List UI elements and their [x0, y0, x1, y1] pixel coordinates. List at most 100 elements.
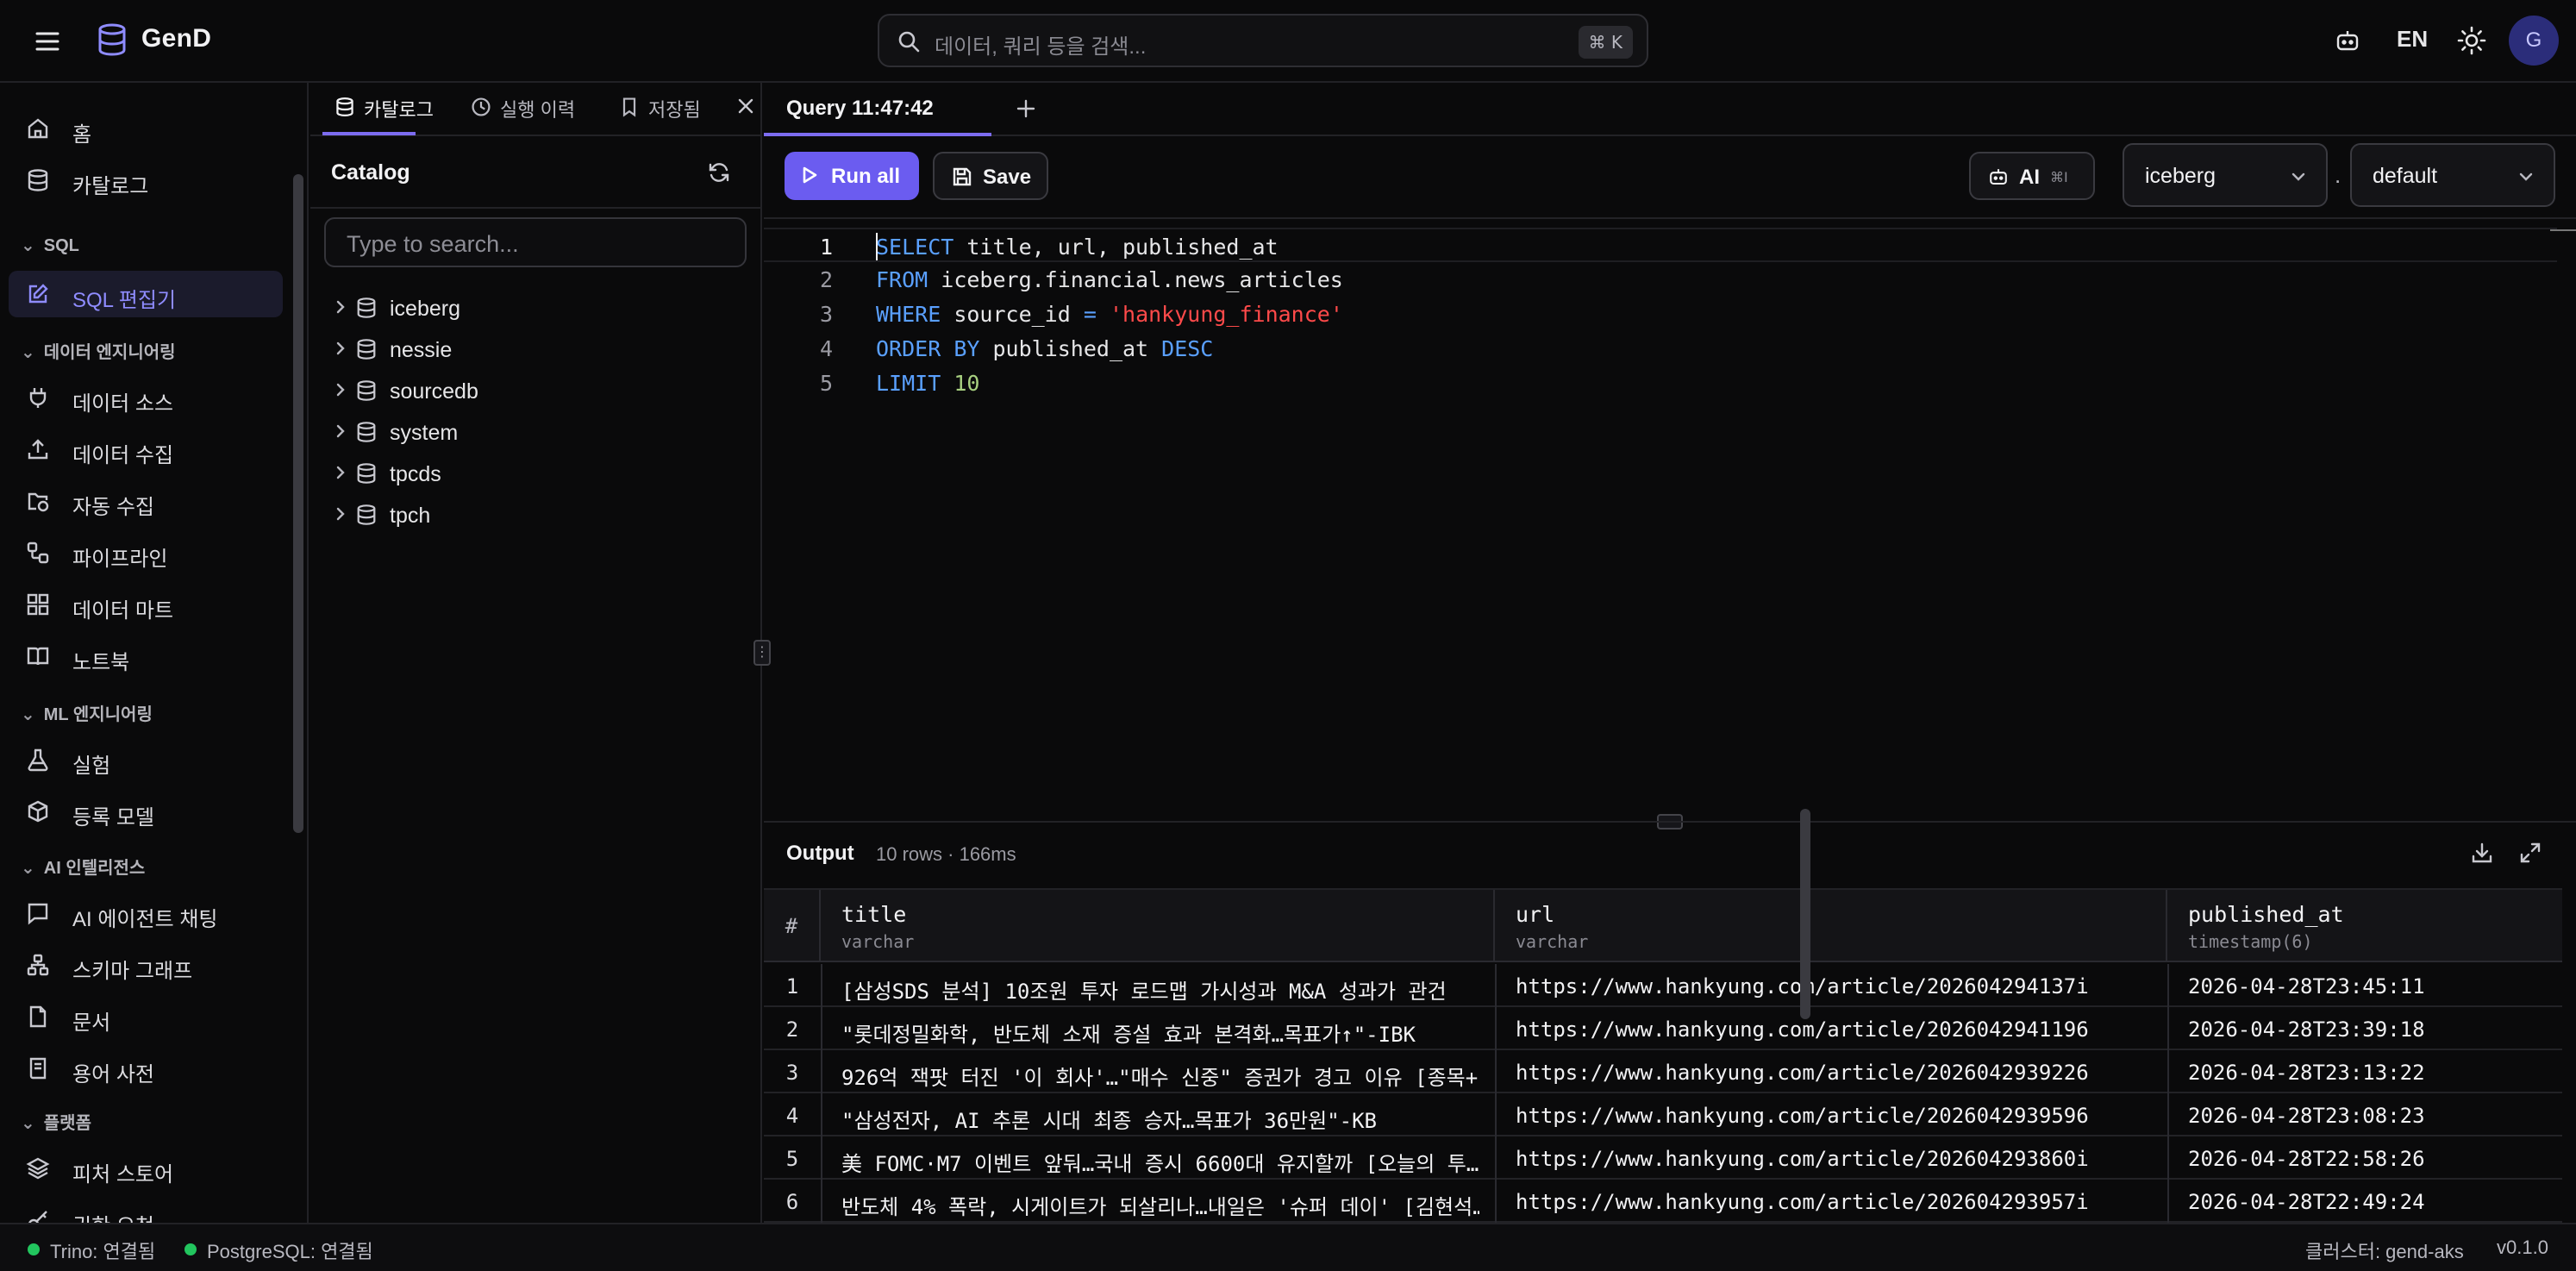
user-avatar[interactable]: G — [2509, 16, 2559, 66]
theme-toggle-sun-icon[interactable] — [2457, 26, 2486, 55]
table-row[interactable]: 2 "롯데정밀화학, 반도체 소재 증설 효과 본격화…목표가↑"-IBK http… — [764, 1007, 2562, 1050]
sidebar-item-catalog[interactable]: 카탈로그 — [9, 157, 283, 203]
cell-url: https://www.hankyung.com/article/2026042… — [1516, 1147, 2089, 1171]
catalog-tree-item-tpch[interactable]: tpch — [310, 497, 762, 535]
chevron-right-icon[interactable] — [331, 339, 350, 358]
clock-icon — [471, 97, 491, 117]
table-row[interactable]: 1 [삼성SDS 분석] 10조원 투자 로드맵 가시성과 M&A 성과가 관건 h… — [764, 964, 2562, 1007]
sidebar-item-home[interactable]: 홈 — [9, 105, 283, 152]
sidebar-item-feature-store[interactable]: 피처 스토어 — [9, 1145, 283, 1192]
table-row[interactable]: 5 美 FOMC·M7 이벤트 앞둬…국내 증시 6600대 유지할까 [오늘의 … — [764, 1136, 2562, 1180]
sidebar-nav: 홈 카탈로그 ⌄ SQL SQL 편집기 ⌄ 데이터 엔지니어링 데이터 소스 데이… — [0, 83, 309, 1223]
results-scrollbar[interactable] — [1800, 809, 1810, 1019]
sidebar-item-registered-model[interactable]: 등록 모델 — [9, 788, 283, 835]
results-header-row: # title varchar url varchar published_at ti… — [764, 888, 2562, 962]
global-search-input[interactable]: 데이터, 쿼리 등을 검색... ⌘ K — [878, 14, 1648, 67]
sidebar-item-label: 데이터 마트 — [72, 599, 174, 623]
sidebar-item-pipeline[interactable]: 파이프라인 — [9, 529, 283, 576]
trino-status: Trino: 연결됨 — [50, 1241, 156, 1262]
cell-title: 반도체 4% 폭락, 시게이트가 되살리나…내일은 '슈퍼 데이' [김현석… — [841, 1195, 1479, 1219]
sidebar-item-schema-graph[interactable]: 스키마 그래프 — [9, 942, 283, 988]
schema-select-value: default — [2373, 164, 2438, 188]
column-divider — [1495, 1180, 1497, 1223]
bot-icon[interactable] — [2335, 28, 2360, 53]
column-name: # — [785, 914, 798, 938]
table-row[interactable]: 6 반도체 4% 폭락, 시게이트가 되살리나…내일은 '슈퍼 데이' [김현석…… — [764, 1180, 2562, 1223]
chevron-right-icon[interactable] — [331, 504, 350, 523]
sidebar-scrollbar[interactable] — [293, 174, 303, 833]
expand-icon[interactable] — [2519, 842, 2542, 864]
chevron-right-icon[interactable] — [331, 380, 350, 399]
sidebar-item-glossary[interactable]: 용어 사전 — [9, 1045, 283, 1092]
sidebar-item-data-mart[interactable]: 데이터 마트 — [9, 581, 283, 628]
home-icon — [26, 116, 50, 141]
layers-icon — [26, 1156, 50, 1180]
catalog-tree-item-nessie[interactable]: nessie — [310, 331, 762, 369]
ai-assist-button[interactable]: AI ⌘I — [1969, 152, 2095, 200]
sidebar-item-notebook[interactable]: 노트북 — [9, 633, 283, 679]
catalog-tree-item-sourcedb[interactable]: sourcedb — [310, 373, 762, 410]
sidebar-item-label: SQL 편집기 — [72, 289, 177, 312]
nav-section-data-engineering[interactable]: ⌄ 데이터 엔지니어링 — [21, 338, 176, 363]
table-row[interactable]: 3 926억 잭팟 터진 '이 회사'…"매수 신중" 증권가 경고 이유 [종목… — [764, 1050, 2562, 1093]
nav-section-platform[interactable]: ⌄ 플랫폼 — [21, 1109, 91, 1134]
close-panel-button[interactable] — [736, 95, 757, 135]
sidebar-item-permission-request[interactable]: 권한 요청 — [9, 1197, 283, 1223]
catalog-tree-item-tpcds[interactable]: tpcds — [310, 455, 762, 493]
column-header-url[interactable]: url varchar — [1495, 890, 2167, 961]
run-all-button[interactable]: Run all — [785, 152, 919, 200]
ai-shortcut-badge: ⌘I — [2050, 169, 2068, 185]
code-editor[interactable]: 1 SELECT title, url, published_at 2 FROM… — [764, 219, 2576, 814]
plus-icon[interactable] — [1014, 97, 1038, 121]
sidebar-item-experiment[interactable]: 실험 — [9, 736, 283, 783]
network-icon — [26, 953, 50, 977]
column-type: varchar — [841, 931, 915, 952]
catalog-search-placeholder: Type to search... — [347, 231, 519, 257]
column-header-published-at[interactable]: published_at timestamp(6) — [2167, 890, 2562, 961]
catalog-tree-item-label: system — [390, 421, 459, 445]
nav-section-sql[interactable]: ⌄ SQL — [21, 235, 79, 256]
overview-ruler-marker — [2550, 229, 2576, 231]
column-divider — [821, 1180, 822, 1223]
tab-saved[interactable]: 저장됨 — [619, 95, 714, 135]
cell-url: https://www.hankyung.com/article/2026042… — [1516, 1190, 2089, 1214]
column-header-title[interactable]: title varchar — [821, 890, 1495, 961]
nav-section-ai[interactable]: ⌄ AI 인텔리전스 — [21, 854, 145, 879]
catalog-title: Catalog — [331, 160, 410, 185]
save-button[interactable]: Save — [933, 152, 1048, 200]
query-tab[interactable]: Query 11:47:42 — [764, 83, 991, 136]
download-icon[interactable] — [2471, 842, 2493, 864]
refresh-icon[interactable] — [707, 160, 731, 185]
sidebar-item-data-source[interactable]: 데이터 소스 — [9, 374, 283, 421]
catalog-select[interactable]: iceberg — [2123, 143, 2328, 207]
column-divider — [2167, 964, 2169, 1007]
sidebar-item-data-ingest[interactable]: 데이터 수집 — [9, 426, 283, 473]
chevron-right-icon[interactable] — [331, 297, 350, 316]
chevron-right-icon[interactable] — [331, 463, 350, 482]
table-row[interactable]: 4 "삼성전자, AI 추론 시대 최종 승자…목표가 36만원"-KB https… — [764, 1093, 2562, 1136]
tab-catalog[interactable]: 카탈로그 — [335, 95, 434, 135]
chevron-right-icon[interactable] — [331, 422, 350, 441]
catalog-search-input[interactable]: Type to search... — [324, 217, 747, 267]
output-title: Output — [786, 842, 854, 865]
sidebar-item-label: 자동 수집 — [72, 496, 154, 519]
row-number: 3 — [785, 1061, 799, 1085]
nav-section-ml[interactable]: ⌄ ML 엔지니어링 — [21, 700, 153, 725]
catalog-tree-item-system[interactable]: system — [310, 414, 762, 452]
tab-history[interactable]: 실행 이력 — [471, 95, 591, 135]
hamburger-menu-icon[interactable] — [34, 29, 60, 53]
column-header-index[interactable]: # — [764, 890, 821, 961]
catalog-tree-item-iceberg[interactable]: iceberg — [310, 290, 762, 328]
sidebar-item-sql-editor[interactable]: SQL 편집기 — [9, 271, 283, 317]
row-number: 2 — [785, 1017, 799, 1042]
sidebar-item-auto-ingest[interactable]: 자동 수집 — [9, 478, 283, 524]
schema-select[interactable]: default — [2350, 143, 2555, 207]
sidebar-item-documents[interactable]: 문서 — [9, 993, 283, 1040]
line-number: 2 — [819, 267, 833, 292]
active-tab-indicator — [322, 132, 416, 135]
sidebar-item-ai-agent-chat[interactable]: AI 에이전트 채팅 — [9, 890, 283, 936]
search-icon — [897, 29, 921, 53]
plug-icon — [26, 385, 50, 410]
language-toggle[interactable]: EN — [2397, 26, 2428, 53]
save-label: Save — [983, 166, 1032, 189]
